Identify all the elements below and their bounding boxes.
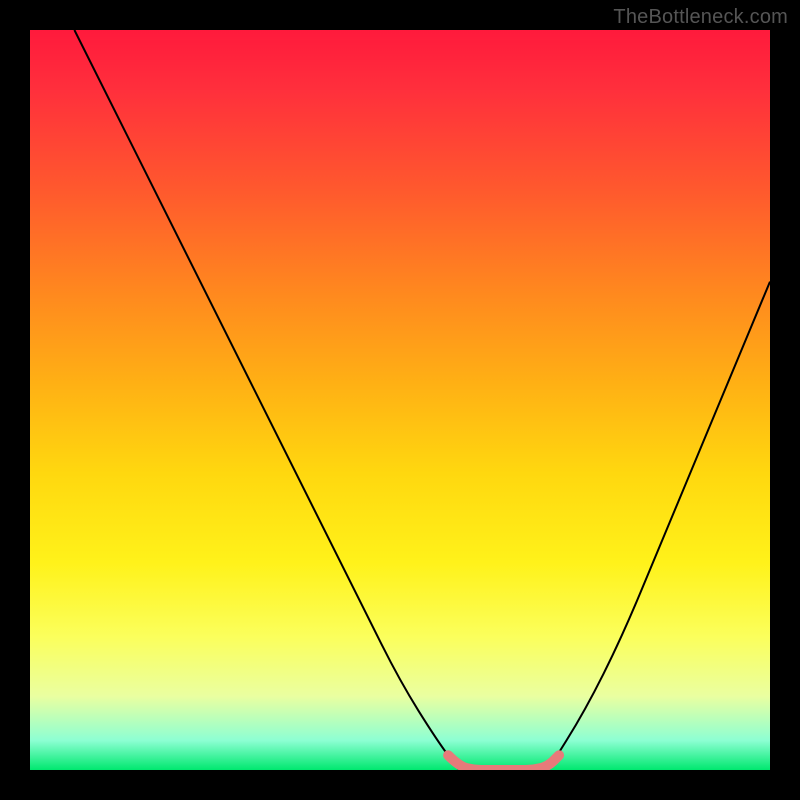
curve-layer: [30, 30, 770, 770]
optimal-range-highlight: [448, 755, 559, 770]
bottleneck-curve: [74, 30, 770, 770]
watermark-text: TheBottleneck.com: [613, 6, 788, 29]
plot-area: [30, 30, 770, 770]
chart-frame: TheBottleneck.com: [0, 0, 800, 800]
